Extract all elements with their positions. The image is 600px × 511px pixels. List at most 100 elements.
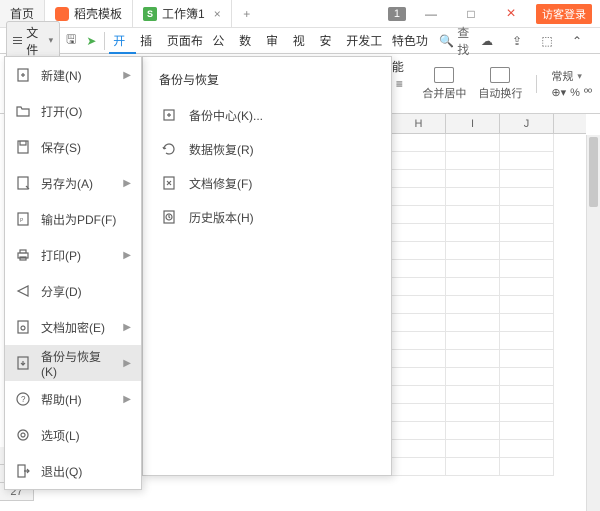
cell[interactable] [446, 296, 500, 314]
tab-special[interactable]: 特色功能 [388, 28, 434, 54]
cell[interactable] [392, 134, 446, 152]
cell[interactable] [446, 404, 500, 422]
cell[interactable] [500, 314, 554, 332]
submenu-item-history[interactable]: 历史版本(H) [143, 200, 391, 234]
menu-item-options[interactable]: 选项(L) [5, 417, 141, 453]
cell[interactable] [446, 332, 500, 350]
cell[interactable] [392, 260, 446, 278]
tab-security[interactable]: 安全 [316, 28, 343, 54]
share-icon[interactable]: ⇪ [506, 30, 528, 52]
redo-icon[interactable]: ➤ [82, 30, 100, 52]
cell[interactable] [392, 206, 446, 224]
cell[interactable] [500, 332, 554, 350]
tab-layout[interactable]: 页面布局 [163, 28, 209, 54]
cell[interactable] [392, 404, 446, 422]
number-format-select[interactable]: 常规 ▾ [551, 68, 592, 84]
collapse-icon[interactable]: ⌃ [566, 30, 588, 52]
skin-icon[interactable]: ⬚ [536, 30, 558, 52]
cell[interactable] [500, 242, 554, 260]
submenu-item-recover[interactable]: 数据恢复(R) [143, 132, 391, 166]
menu-item-save[interactable]: 保存(S) [5, 129, 141, 165]
cell[interactable] [446, 242, 500, 260]
col-header[interactable]: H [392, 114, 446, 133]
submenu-item-repair[interactable]: 文档修复(F) [143, 166, 391, 200]
guest-login-button[interactable]: 访客登录 [536, 4, 592, 24]
cell[interactable] [446, 314, 500, 332]
maximize-button[interactable]: □ [456, 7, 486, 21]
cell[interactable] [500, 260, 554, 278]
submenu-item-backup-center[interactable]: 备份中心(K)... [143, 98, 391, 132]
cell[interactable] [392, 458, 446, 476]
cell[interactable] [446, 440, 500, 458]
cell[interactable] [500, 134, 554, 152]
close-window-button[interactable]: × [496, 5, 526, 23]
menu-item-print[interactable]: 打印(P)▶ [5, 237, 141, 273]
cell[interactable] [392, 350, 446, 368]
cell[interactable] [500, 278, 554, 296]
menu-item-exit[interactable]: 退出(Q) [5, 453, 141, 489]
menu-item-open[interactable]: 打开(O) [5, 93, 141, 129]
vertical-scrollbar[interactable] [586, 135, 600, 511]
tab-review[interactable]: 审阅 [262, 28, 289, 54]
cell[interactable] [392, 314, 446, 332]
cell[interactable] [500, 188, 554, 206]
cell[interactable] [446, 206, 500, 224]
cell[interactable] [446, 260, 500, 278]
merge-center-button[interactable]: 合并居中 [422, 67, 466, 101]
menu-item-help[interactable]: ?帮助(H)▶ [5, 381, 141, 417]
cell[interactable] [500, 440, 554, 458]
tab-dev[interactable]: 开发工具 [342, 28, 388, 54]
minimize-button[interactable]: — [416, 7, 446, 21]
cell[interactable] [446, 224, 500, 242]
cell[interactable] [500, 206, 554, 224]
scrollbar-thumb[interactable] [589, 137, 598, 207]
cell[interactable] [446, 422, 500, 440]
tab-formula[interactable]: 公式 [208, 28, 235, 54]
cell[interactable] [446, 188, 500, 206]
cell[interactable] [500, 404, 554, 422]
cell[interactable] [446, 152, 500, 170]
cell[interactable] [392, 188, 446, 206]
new-tab-button[interactable]: + [232, 0, 262, 27]
currency-icon[interactable]: ⊕▾ [551, 86, 566, 99]
cell[interactable] [446, 458, 500, 476]
menu-item-lock[interactable]: 文档加密(E)▶ [5, 309, 141, 345]
search-button[interactable]: 🔍 查找 [439, 24, 474, 58]
thousands-icon[interactable]: ºº [584, 87, 592, 99]
cell[interactable] [446, 170, 500, 188]
col-header[interactable]: J [500, 114, 554, 133]
menu-item-backup[interactable]: 备份与恢复(K)▶ [5, 345, 141, 381]
col-header[interactable]: I [446, 114, 500, 133]
cell[interactable] [500, 386, 554, 404]
cell[interactable] [500, 422, 554, 440]
tab-workbook[interactable]: S 工作簿1 × [133, 0, 232, 27]
cell[interactable] [446, 278, 500, 296]
cell[interactable] [392, 278, 446, 296]
cell[interactable] [500, 224, 554, 242]
cell[interactable] [500, 296, 554, 314]
cell[interactable] [392, 440, 446, 458]
close-tab-icon[interactable]: × [214, 7, 221, 21]
tab-insert[interactable]: 插入 [136, 28, 163, 54]
cell[interactable] [392, 152, 446, 170]
spreadsheet-grid[interactable]: H I J [392, 114, 586, 494]
notification-badge[interactable]: 1 [388, 7, 406, 21]
cell[interactable] [392, 368, 446, 386]
percent-button[interactable]: % [570, 87, 580, 99]
tab-start[interactable]: 开始 [109, 28, 136, 54]
tab-data[interactable]: 数据 [235, 28, 262, 54]
cell[interactable] [392, 224, 446, 242]
menu-item-pdf[interactable]: P输出为PDF(F) [5, 201, 141, 237]
save-icon[interactable]: 🖫 [62, 30, 80, 52]
cell[interactable] [392, 332, 446, 350]
wrap-text-button[interactable]: 自动换行 [478, 67, 522, 101]
cell[interactable] [392, 386, 446, 404]
cell[interactable] [392, 422, 446, 440]
cell[interactable] [446, 134, 500, 152]
cell[interactable] [392, 242, 446, 260]
cell[interactable] [500, 350, 554, 368]
cell[interactable] [446, 386, 500, 404]
cloud-icon[interactable]: ☁ [476, 30, 498, 52]
cell[interactable] [392, 296, 446, 314]
cell[interactable] [392, 170, 446, 188]
